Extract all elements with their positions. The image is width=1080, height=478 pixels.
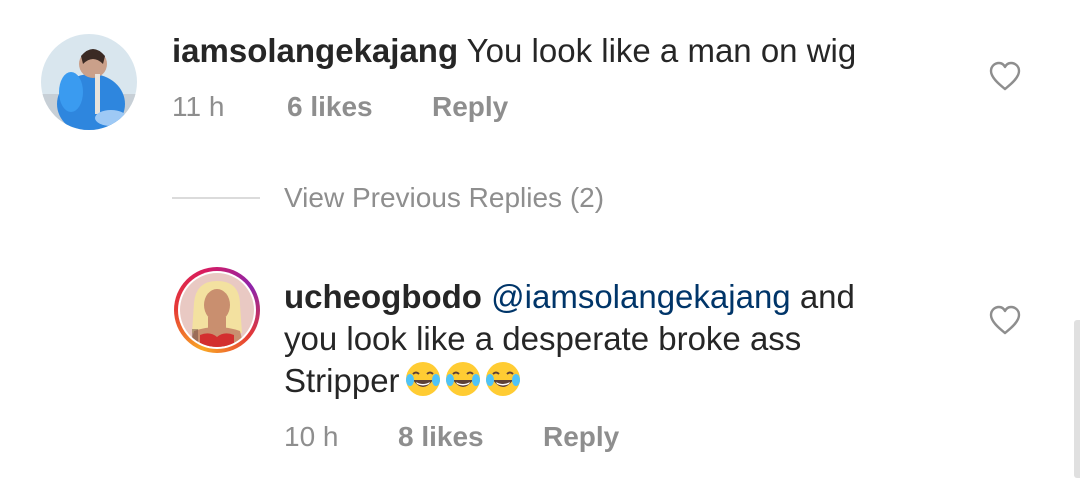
comment-line-3: Stripper <box>284 360 855 402</box>
comment-likes-count[interactable]: 6 likes <box>287 91 373 123</box>
avatar[interactable] <box>41 34 137 130</box>
replies-divider <box>172 197 260 199</box>
face-with-tears-of-joy-icon <box>405 362 440 396</box>
view-previous-replies-button[interactable]: View Previous Replies (2) <box>284 182 604 214</box>
heart-outline-icon[interactable] <box>988 61 1022 91</box>
comment-likes-count[interactable]: 8 likes <box>398 421 484 453</box>
comment-timestamp: 11 h <box>172 91 225 122</box>
heart-outline-icon[interactable] <box>988 305 1022 335</box>
comment-body: iamsolangekajang You look like a man on … <box>172 30 856 72</box>
reply-button[interactable]: Reply <box>543 421 619 453</box>
face-with-tears-of-joy-icon <box>445 362 480 396</box>
comment-line-1: ucheogbodo @iamsolangekajang and <box>284 276 855 318</box>
emoji-group <box>404 360 522 398</box>
comment-text: Stripper <box>284 362 400 399</box>
comment-username[interactable]: iamsolangekajang <box>172 32 458 69</box>
comment-body: ucheogbodo @iamsolangekajang and you loo… <box>284 276 855 402</box>
face-with-tears-of-joy-icon <box>485 362 520 396</box>
comment-line-2: you look like a desperate broke ass <box>284 320 802 357</box>
scrollbar[interactable] <box>1074 320 1080 478</box>
mention-link[interactable]: @iamsolangekajang <box>491 278 791 315</box>
comment-text: You look like a man on wig <box>458 32 857 69</box>
avatar[interactable] <box>180 273 254 347</box>
comment-username[interactable]: ucheogbodo <box>284 278 482 315</box>
comment-timestamp: 10 h <box>284 421 339 452</box>
reply-button[interactable]: Reply <box>432 91 508 123</box>
comment-text: and <box>790 278 855 315</box>
